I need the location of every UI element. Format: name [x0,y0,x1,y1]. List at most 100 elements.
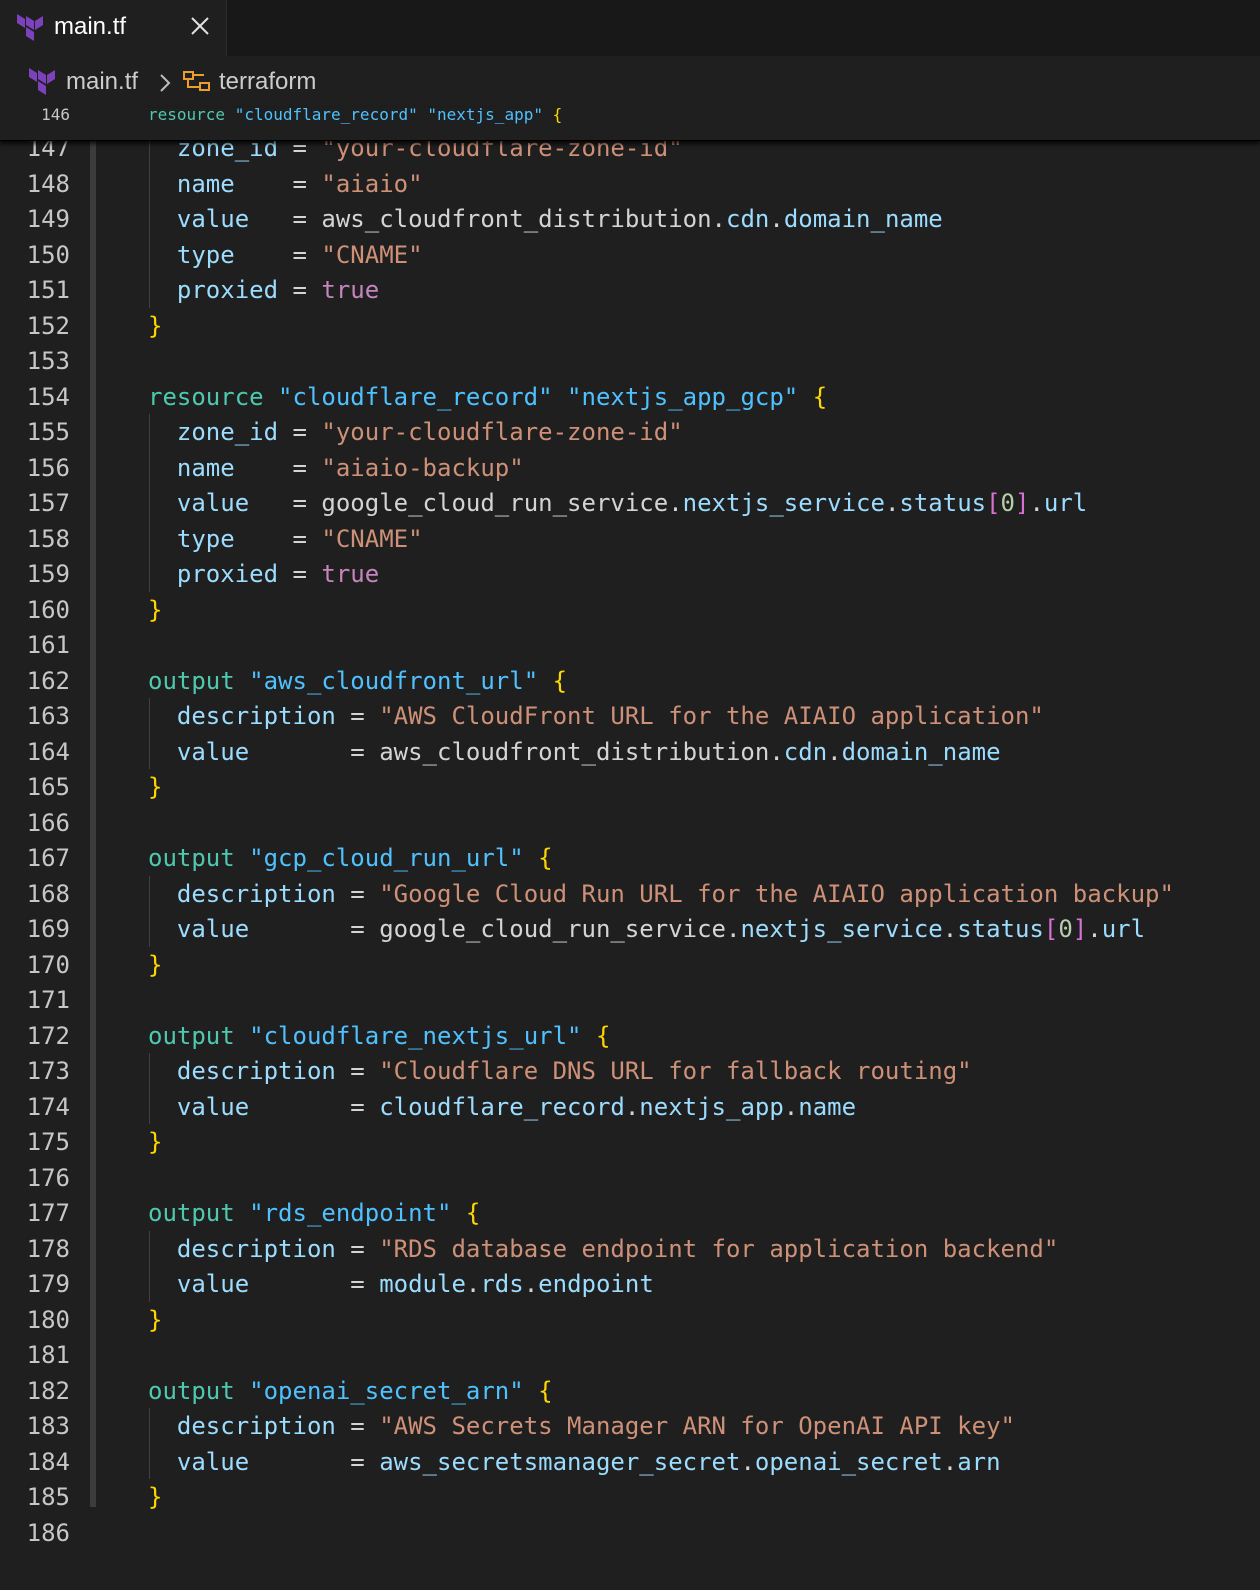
code-line[interactable]: 161 [0,627,1260,663]
code-token: . [523,1270,539,1298]
line-number: 154 [26,382,70,411]
line-code: value = cloudflare_record.nextjs_app.nam… [148,1089,856,1125]
code-line[interactable]: 160} [0,592,1260,628]
code-token: } [148,311,163,340]
code-line[interactable]: 155 zone_id = "your-cloudflare-zone-id" [0,414,1260,450]
code-token: resource [148,382,264,411]
breadcrumb-file[interactable]: main.tf [66,68,138,96]
code-token: description [148,879,336,908]
code-line[interactable]: 180} [0,1302,1260,1338]
code-token: = [335,1234,380,1263]
line-code: name = "aiaio" [148,166,423,202]
code-line[interactable]: 162 output "aws_cloudfront_url" { [0,663,1260,699]
code-line[interactable]: 168 description = "Google Cloud Run URL … [0,876,1260,912]
code-line[interactable]: 152} [0,308,1260,344]
code-line[interactable]: 169 value = google_cloud_run_service.nex… [0,911,1260,947]
code-line[interactable]: 174 value = cloudflare_record.nextjs_app… [0,1089,1260,1125]
code-token: . [668,489,683,517]
code-line[interactable]: 166 [0,805,1260,841]
code-token: "Cloudflare DNS URL for fallback routing… [379,1057,972,1085]
code-line[interactable]: 177 output "rds_endpoint" { [0,1195,1260,1231]
code-line[interactable]: 183 description = "AWS Secrets Manager A… [0,1408,1260,1444]
line-code: output "cloudflare_nextjs_url" { [148,1018,610,1054]
code-line[interactable]: 181 [0,1337,1260,1373]
code-token: aws_secretsmanager_secret [379,1447,741,1476]
code-line[interactable]: 172 output "cloudflare_nextjs_url" { [0,1018,1260,1054]
code-line[interactable]: 153 [0,343,1260,379]
line-number: 161 [26,631,70,659]
code-line[interactable]: 170} [0,947,1260,983]
code-token: zone_id [148,418,279,446]
line-code: } [148,769,162,805]
code-line[interactable]: 154 resource "cloudflare_record" "nextjs_… [0,379,1260,415]
code-line[interactable]: 176 [0,1160,1260,1196]
code-token: "cloudflare_record" [278,382,553,411]
code-token: status [899,489,987,517]
code-line[interactable]: 171 [0,982,1260,1018]
code-line[interactable]: 163 description = "AWS CloudFront URL fo… [0,698,1260,734]
code-token: } [148,1305,163,1334]
code-token: "cloudflare_nextjs_url" [249,1021,582,1050]
code-line[interactable]: 184 value = aws_secretsmanager_secret.op… [0,1444,1260,1480]
line-number: 160 [26,595,70,624]
code-line[interactable]: 175} [0,1124,1260,1160]
code-line[interactable]: 156 name = "aiaio-backup" [0,450,1260,486]
line-number: 149 [26,205,70,233]
code-token: = [249,915,380,943]
code-line[interactable]: 150 type = "CNAME" [0,237,1260,273]
line-code: proxied = true [148,272,379,308]
breadcrumb-symbol[interactable]: terraform [219,68,316,96]
line-code: value = aws_cloudfront_distribution.cdn.… [148,734,1001,770]
code-line[interactable]: 159 proxied = true [0,556,1260,592]
code-token: nextjs_service [740,915,943,943]
code-line[interactable]: 165} [0,769,1260,805]
line-number: 152 [26,311,70,340]
code-token: [ [1043,915,1059,943]
code-line[interactable]: 186 [0,1515,1260,1551]
code-token: . [942,1447,958,1476]
code-line[interactable]: 182 output "openai_secret_arn" { [0,1373,1260,1409]
code-line[interactable]: 157 value = google_cloud_run_service.nex… [0,485,1260,521]
code-line[interactable]: 149 value = aws_cloudfront_distribution.… [0,201,1260,237]
code-editor[interactable]: 147 zone_id = "your-cloudflare-zone-id" 1… [0,108,1260,1590]
sticky-scroll-header[interactable]: 146 resource "cloudflare_record" "nextjs… [0,105,1260,141]
code-token: = [249,1447,380,1476]
code-token: = [278,560,322,588]
line-code: value = aws_secretsmanager_secret.openai… [148,1444,1001,1480]
code-line[interactable]: 179 value = module.rds.endpoint [0,1266,1260,1302]
code-line[interactable]: 164 value = aws_cloudfront_distribution.… [0,734,1260,770]
code-token: . [827,737,842,766]
tab-main-tf[interactable]: main.tf [0,0,227,56]
line-code: value = google_cloud_run_service.nextjs_… [148,485,1087,521]
code-line[interactable]: 178 description = "RDS database endpoint… [0,1231,1260,1267]
code-line[interactable]: 173 description = "Cloudflare DNS URL fo… [0,1053,1260,1089]
line-number: 172 [26,1021,70,1050]
code-token: output [148,1199,235,1227]
code-token: = [335,879,380,908]
code-token: } [148,950,163,979]
code-token: type [148,240,235,269]
line-code: type = "CNAME" [148,521,423,557]
line-number: 178 [26,1234,70,1263]
code-token: name [148,169,235,198]
code-line[interactable]: 148 name = "aiaio" [0,166,1260,202]
code-token: arn [957,1447,1001,1476]
line-code: value = google_cloud_run_service.nextjs_… [148,911,1145,947]
code-token: proxied [148,560,279,588]
code-token: cloudflare_record [379,1092,625,1121]
close-icon[interactable] [190,16,210,36]
code-token: "nextjs_app_gcp" [567,382,799,411]
code-line[interactable]: 158 type = "CNAME" [0,521,1260,557]
code-line[interactable]: 185} [0,1479,1260,1515]
code-line[interactable]: 167 output "gcp_cloud_run_url" { [0,840,1260,876]
tab-bar: main.tf [0,0,1260,56]
code-token: output [148,1376,235,1405]
code-token: . [783,1092,799,1121]
code-token: = [335,1412,380,1440]
code-token: = [335,702,380,730]
code-line[interactable]: 151 proxied = true [0,272,1260,308]
code-token: = [249,205,322,233]
